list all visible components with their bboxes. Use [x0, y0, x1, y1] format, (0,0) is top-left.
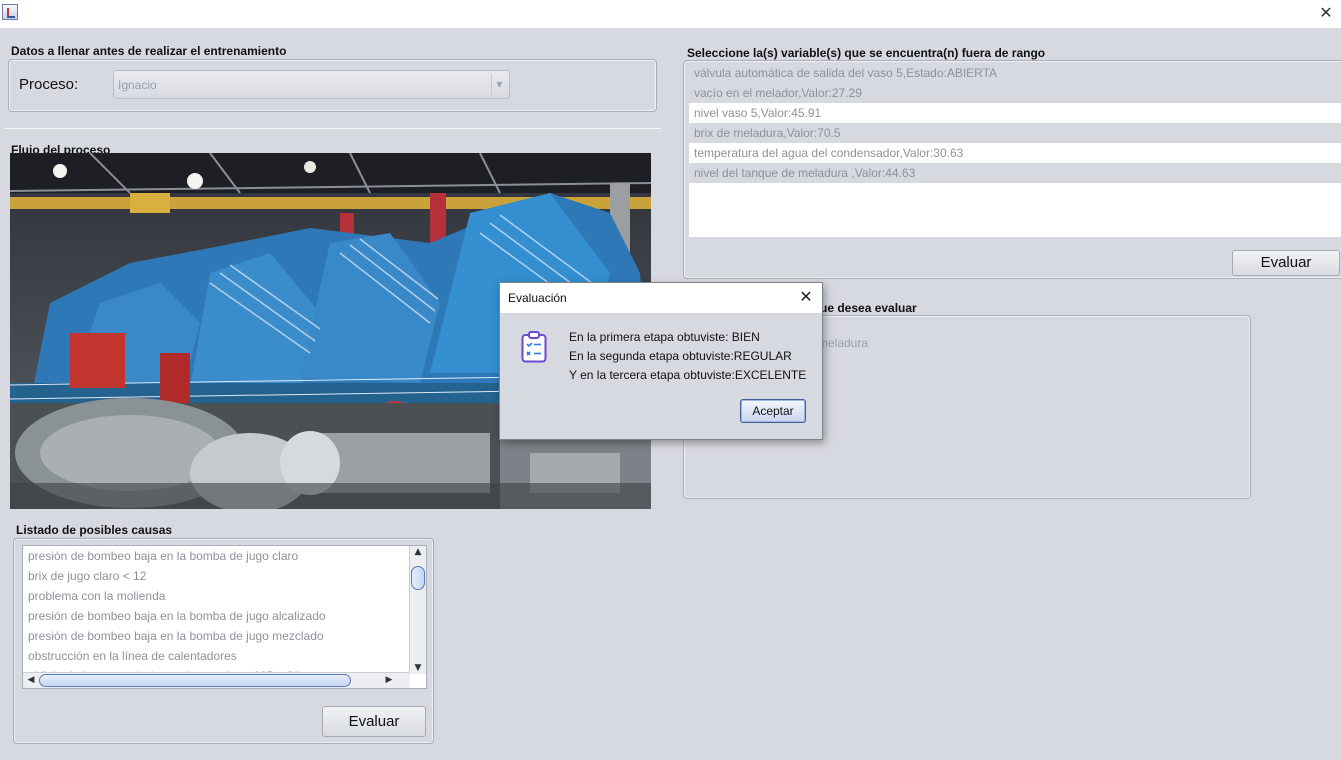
horizontal-scroll-thumb[interactable] [39, 674, 351, 687]
java-app-icon [2, 4, 18, 20]
horizontal-scrollbar[interactable]: ◀ ▶ [23, 672, 410, 688]
section-separator [4, 128, 661, 129]
dialog-message-line3: Y en la tercera etapa obtuviste:EXCELENT… [569, 368, 807, 382]
variable-item[interactable]: vacío en el melador,Valor:27.29 [689, 83, 1341, 103]
accept-button[interactable]: Aceptar [740, 399, 806, 423]
variable-item[interactable]: válvula automática de salida del vaso 5,… [689, 63, 1341, 83]
variable-item[interactable]: brix de meladura,Valor:70.5 [689, 123, 1341, 143]
process-label: Proceso: [19, 76, 79, 93]
clipboard-checklist-icon [521, 331, 547, 363]
window-close-icon[interactable]: ✕ [1317, 4, 1335, 22]
process-combobox-value: Ignacio [118, 78, 157, 92]
vertical-scroll-thumb[interactable] [411, 566, 425, 590]
window-titlebar: ✕ [0, 0, 1341, 28]
variable-item[interactable]: nivel vaso 5,Valor:45.91 [689, 103, 1341, 123]
cause-item[interactable]: presión de bombeo baja en la bomba de ju… [23, 626, 426, 646]
dialog-title: Evaluación [508, 291, 567, 305]
dialog-close-icon[interactable]: ✕ [796, 287, 816, 307]
variable-item[interactable]: nivel del tanque de meladura ,Valor:44.6… [689, 163, 1341, 183]
evaluate-panel-heading: ue desea evaluar [820, 301, 917, 315]
chevron-down-icon[interactable]: ▼ [491, 74, 507, 95]
cause-item[interactable]: presión de bombeo baja en la bomba de ju… [23, 606, 426, 626]
evaluation-dialog: Evaluación ✕ En la primera etapa obtuvis… [499, 282, 823, 440]
dialog-message-line2: En la segunda etapa obtuviste:REGULAR [569, 349, 792, 363]
process-combobox[interactable]: Ignacio ▼ [113, 70, 510, 99]
scroll-right-icon[interactable]: ▶ [382, 675, 396, 685]
variable-item[interactable]: temperatura del agua del condensador,Val… [689, 143, 1341, 163]
cause-item[interactable]: brix de jugo claro < 12 [23, 566, 426, 586]
cause-item[interactable]: obstrucción en la línea de calentadores [23, 646, 426, 666]
variables-heading: Seleccione la(s) variable(s) que se encu… [687, 46, 1046, 60]
evaluate-variables-button[interactable]: Evaluar [1232, 250, 1340, 276]
cause-item[interactable]: presión de bombeo baja en la bomba de ju… [23, 546, 426, 566]
scroll-up-icon[interactable]: ▲ [411, 547, 425, 557]
variables-list[interactable]: válvula automática de salida del vaso 5,… [689, 63, 1341, 237]
training-heading: Datos a llenar antes de realizar el entr… [11, 44, 287, 58]
dialog-body: En la primera etapa obtuviste: BIEN En l… [500, 313, 822, 439]
scroll-left-icon[interactable]: ◀ [24, 675, 38, 685]
evaluate-causes-button[interactable]: Evaluar [322, 706, 426, 737]
dialog-message-line1: En la primera etapa obtuviste: BIEN [569, 330, 760, 344]
causes-heading: Listado de posibles causas [16, 523, 173, 537]
evaluate-panel-item[interactable]: meladura [818, 336, 868, 350]
causes-list[interactable]: presión de bombeo baja en la bomba de ju… [22, 545, 427, 689]
vertical-scrollbar[interactable]: ▲ ▼ [409, 546, 426, 674]
scroll-down-icon[interactable]: ▼ [411, 663, 425, 673]
cause-item[interactable]: problema con la molienda [23, 586, 426, 606]
